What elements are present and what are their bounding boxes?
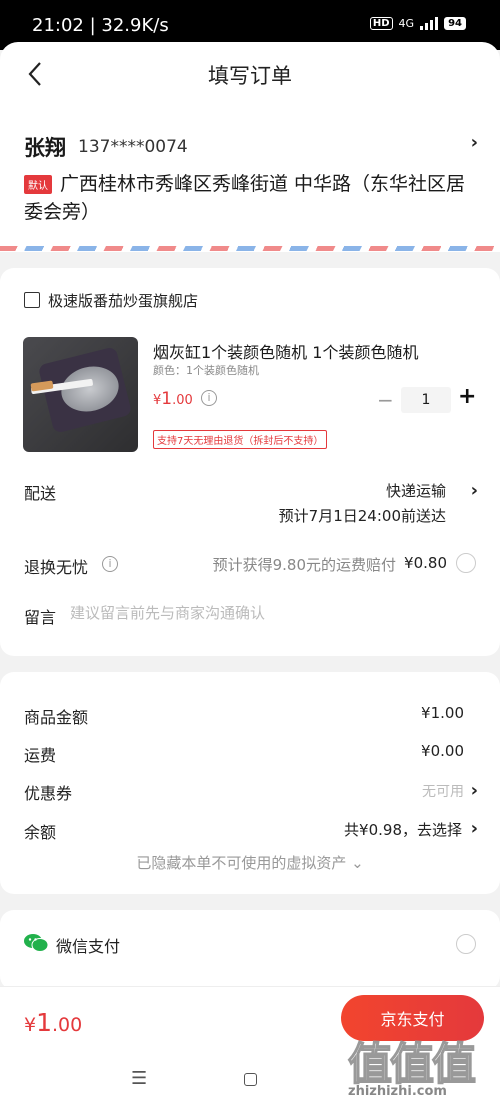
- watermark-domain: zhizhizhi.com: [348, 1084, 447, 1099]
- plus-icon[interactable]: +: [458, 384, 476, 409]
- product-image[interactable]: [23, 337, 138, 452]
- minus-icon[interactable]: −: [377, 388, 394, 412]
- quantity-value[interactable]: 1: [401, 387, 451, 413]
- menu-icon[interactable]: ☰: [131, 1068, 147, 1089]
- shop-name[interactable]: 极速版番茄炒蛋旗舰店: [48, 290, 198, 311]
- return-insurance-label: 退换无忧: [24, 558, 89, 577]
- shipping-method[interactable]: 快递运输: [386, 480, 446, 501]
- hidden-assets-toggle[interactable]: 已隐藏本单不可使用的虚拟资产 ⌄: [0, 852, 500, 873]
- balance-label: 余额: [24, 823, 57, 842]
- battery-icon: 94: [444, 16, 466, 30]
- message-input[interactable]: [70, 604, 470, 622]
- hd-icon: HD: [369, 16, 393, 30]
- info-icon[interactable]: i: [102, 556, 118, 572]
- order-total: ¥1.00: [24, 1008, 82, 1037]
- recipient-phone: 137****0074: [78, 137, 188, 157]
- coupon-value[interactable]: 无可用: [422, 781, 464, 801]
- default-badge: 默认: [24, 175, 52, 194]
- shop-icon: [24, 292, 40, 308]
- shipping-fee-label: 运费: [24, 746, 57, 765]
- product-price: ¥1.00: [153, 389, 193, 409]
- watermark: 值值值 zhizhizhi.com: [347, 1028, 498, 1108]
- status-time: 21:02 | 32.9K/s: [32, 15, 169, 36]
- address-text: 广西桂林市秀峰区秀峰街道 中华路（东华社区居委会旁）: [24, 173, 466, 223]
- coupon-label: 优惠券: [24, 784, 73, 803]
- chevron-right-icon[interactable]: ›: [471, 480, 478, 501]
- shipping-fee-value: ¥0.00: [421, 742, 464, 760]
- network-label: 4G: [398, 16, 415, 30]
- shop-card: [0, 268, 500, 656]
- return-insurance-price: ¥0.80: [404, 554, 447, 572]
- message-label: 留言: [24, 608, 57, 627]
- wechat-pay-radio[interactable]: [456, 934, 476, 954]
- wechat-pay-icon: [24, 934, 48, 952]
- shipping-eta: 预计7月1日24:00前送达: [278, 507, 446, 525]
- return-insurance-radio[interactable]: [456, 553, 476, 573]
- total-symbol: ¥: [24, 1014, 37, 1036]
- return-policy-tag: 支持7天无理由退货（拆封后不支持）: [153, 430, 328, 449]
- product-title: 烟灰缸1个装颜色随机 1个装颜色随机: [153, 343, 419, 362]
- shipping-label: 配送: [24, 484, 57, 503]
- status-icons: HD 4G 94: [369, 16, 466, 30]
- price-integer: 1: [161, 389, 173, 409]
- product-spec: 颜色：1个装颜色随机: [153, 364, 259, 377]
- airmail-border: [0, 246, 500, 251]
- balance-value[interactable]: 共¥0.98，去选择: [344, 819, 462, 840]
- recipient-name: 张翔: [24, 136, 66, 160]
- page-title: 填写订单: [208, 64, 292, 88]
- goods-amount-label: 商品金额: [24, 708, 89, 727]
- chevron-right-icon[interactable]: ›: [471, 780, 478, 801]
- goods-amount-value: ¥1.00: [421, 704, 464, 722]
- watermark-logo: 值值值: [347, 1038, 477, 1091]
- signal-icon: [420, 16, 439, 30]
- return-insurance-desc: 预计获得9.80元的运费赔付: [212, 556, 396, 574]
- price-info-icon[interactable]: i: [201, 390, 217, 406]
- wechat-pay-label[interactable]: 微信支付: [56, 933, 120, 957]
- total-integer: 1: [36, 1008, 52, 1037]
- home-icon[interactable]: [244, 1073, 257, 1086]
- chevron-right-icon[interactable]: ›: [471, 132, 478, 153]
- price-decimal: .00: [172, 393, 193, 408]
- total-decimal: .00: [52, 1014, 83, 1036]
- chevron-right-icon[interactable]: ›: [471, 818, 478, 839]
